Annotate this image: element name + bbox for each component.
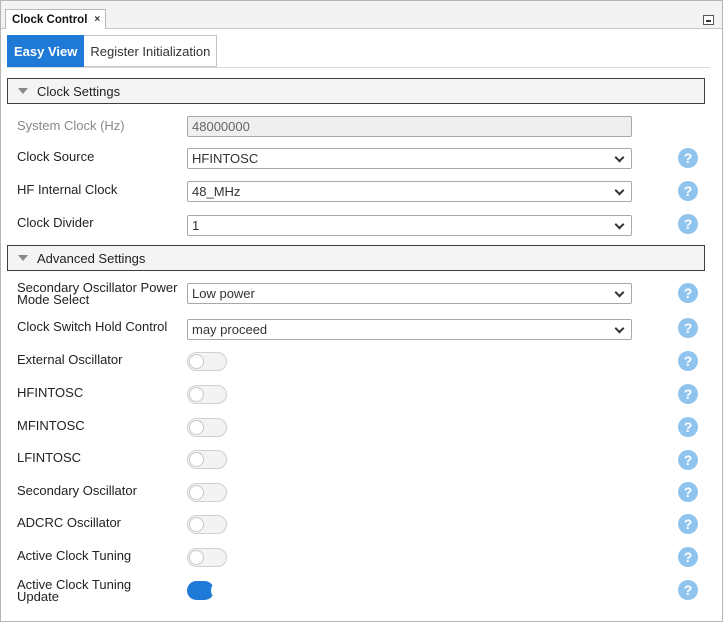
help-icon[interactable]: ? xyxy=(678,318,698,338)
clock-divider-label: Clock Divider xyxy=(17,215,94,230)
system-clock-field: 48000000 xyxy=(187,116,632,137)
help-icon[interactable]: ? xyxy=(678,181,698,201)
adcrc-oscillator-label: ADCRC Oscillator xyxy=(17,515,122,530)
section-title: Clock Settings xyxy=(37,83,121,99)
section-clock-settings[interactable]: Clock Settings xyxy=(7,78,705,104)
chevron-down-icon xyxy=(614,152,625,163)
active-clock-tuning-toggle[interactable] xyxy=(187,548,227,567)
clock-source-value: HFINTOSC xyxy=(192,151,259,166)
clock-switch-hold-select[interactable]: may proceed xyxy=(187,319,632,340)
hf-internal-clock-value: 48_MHz xyxy=(192,184,241,199)
clock-divider-select[interactable]: 1 xyxy=(187,215,632,236)
chevron-down-icon xyxy=(614,219,625,230)
section-title: Advanced Settings xyxy=(37,250,146,266)
adcrc-oscillator-toggle[interactable] xyxy=(187,515,227,534)
toggle-knob xyxy=(189,550,204,565)
clock-switch-hold-label: Clock Switch Hold Control xyxy=(17,319,168,334)
hf-internal-clock-label: HF Internal Clock xyxy=(17,182,118,197)
document-tab-strip: Clock Control × xyxy=(1,1,722,29)
clock-divider-value: 1 xyxy=(192,218,200,233)
minimize-icon[interactable] xyxy=(703,15,714,25)
chevron-down-icon xyxy=(614,287,625,298)
help-icon[interactable]: ? xyxy=(678,580,698,600)
view-tabs: Easy View Register Initialization xyxy=(7,35,218,67)
help-icon[interactable]: ? xyxy=(678,514,698,534)
tab-register-initialization[interactable]: Register Initialization xyxy=(84,35,218,67)
collapse-triangle-icon xyxy=(18,255,28,261)
toggle-knob xyxy=(189,354,204,369)
clock-source-select[interactable]: HFINTOSC xyxy=(187,148,632,169)
lfintosc-toggle[interactable] xyxy=(187,450,227,469)
help-icon[interactable]: ? xyxy=(678,384,698,404)
active-clock-tuning-label: Active Clock Tuning xyxy=(17,548,132,563)
clock-switch-hold-value: may proceed xyxy=(192,322,268,337)
clock-source-label: Clock Source xyxy=(17,149,95,164)
chevron-down-icon xyxy=(614,323,625,334)
external-oscillator-toggle[interactable] xyxy=(187,352,227,371)
mfintosc-label: MFINTOSC xyxy=(17,418,85,433)
active-clock-tuning-update-label: Active Clock Tuning Update xyxy=(17,578,131,603)
tab-easy-view[interactable]: Easy View xyxy=(7,35,85,67)
toggle-knob xyxy=(189,420,204,435)
system-clock-label: System Clock (Hz) xyxy=(17,118,125,133)
help-icon[interactable]: ? xyxy=(678,482,698,502)
help-icon[interactable]: ? xyxy=(678,214,698,234)
toggle-knob xyxy=(189,387,204,402)
toggle-track xyxy=(187,581,214,600)
mfintosc-toggle[interactable] xyxy=(187,418,227,437)
lfintosc-label: LFINTOSC xyxy=(17,450,82,465)
secondary-oscillator-label: Secondary Oscillator xyxy=(17,483,137,498)
divider xyxy=(7,67,710,68)
tab-clock-control[interactable]: Clock Control × xyxy=(5,9,106,29)
hf-internal-clock-select[interactable]: 48_MHz xyxy=(187,181,632,202)
toggle-knob xyxy=(189,517,204,532)
secondary-oscillator-toggle[interactable] xyxy=(187,483,227,502)
tab-title: Clock Control xyxy=(12,13,88,26)
toggle-knob xyxy=(211,581,230,600)
help-icon[interactable]: ? xyxy=(678,450,698,470)
help-icon[interactable]: ? xyxy=(678,417,698,437)
chevron-down-icon xyxy=(614,185,625,196)
hfintosc-label: HFINTOSC xyxy=(17,385,84,400)
help-icon[interactable]: ? xyxy=(678,547,698,567)
clock-control-window: Clock Control × Easy View Register Initi… xyxy=(0,0,723,622)
section-advanced-settings[interactable]: Advanced Settings xyxy=(7,245,705,271)
toggle-knob xyxy=(189,452,204,467)
toggle-knob xyxy=(189,485,204,500)
hfintosc-toggle[interactable] xyxy=(187,385,227,404)
active-clock-tuning-update-toggle[interactable] xyxy=(187,581,230,600)
secondary-osc-power-label: Secondary Oscillator Power Mode Select xyxy=(17,281,177,306)
external-oscillator-label: External Oscillator xyxy=(17,352,123,367)
secondary-osc-power-value: Low power xyxy=(192,286,255,301)
help-icon[interactable]: ? xyxy=(678,283,698,303)
help-icon[interactable]: ? xyxy=(678,351,698,371)
help-icon[interactable]: ? xyxy=(678,148,698,168)
close-icon[interactable]: × xyxy=(94,14,100,25)
secondary-osc-power-select[interactable]: Low power xyxy=(187,283,632,304)
collapse-triangle-icon xyxy=(18,88,28,94)
system-clock-value: 48000000 xyxy=(192,119,250,134)
